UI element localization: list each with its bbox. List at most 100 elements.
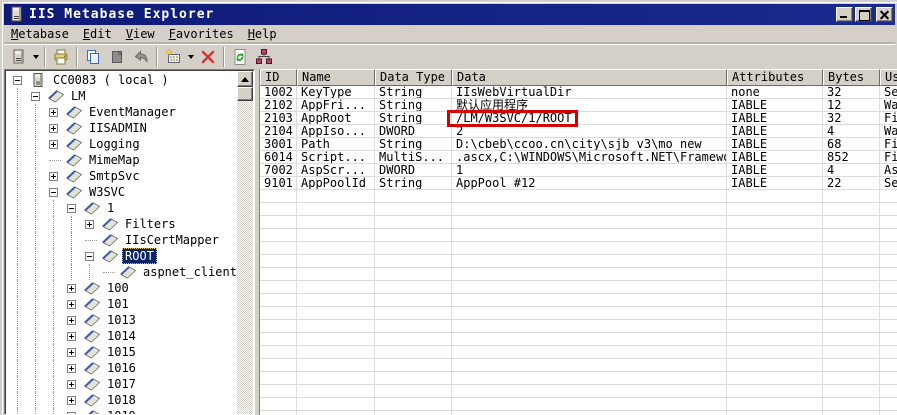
- grid-empty-cell: [823, 346, 880, 359]
- tree-item-root[interactable]: ROOT: [7, 248, 236, 264]
- expand-plus-icon[interactable]: [85, 220, 94, 229]
- grid-row-2103[interactable]: 2103AppRootString/LM/W3SVC/1/ROOTIABLE32…: [260, 112, 897, 125]
- tree-view-button[interactable]: [252, 46, 276, 69]
- tree-item-iisadmin[interactable]: IISADMIN: [7, 120, 236, 136]
- menu-item-help[interactable]: Help: [241, 25, 284, 44]
- menu-item-edit[interactable]: Edit: [76, 25, 119, 44]
- tree-item-1013[interactable]: 1013: [7, 312, 236, 328]
- new-key-dropdown-arrow[interactable]: [185, 46, 196, 69]
- grid-row-6014[interactable]: 6014Script...MultiS....ascx,C:\WINDOWS\M…: [260, 151, 897, 164]
- tree-item-mimemap[interactable]: MimeMap: [7, 152, 236, 168]
- grid-row-9101[interactable]: 9101AppPoolIdStringAppPool #12IABLE22Se: [260, 177, 897, 190]
- tree-item-iiscertmapper[interactable]: IIsCertMapper: [7, 232, 236, 248]
- column-header-data-type[interactable]: Data Type: [375, 69, 452, 86]
- connect-server-button[interactable]: [6, 46, 30, 69]
- collapse-minus-icon[interactable]: [13, 76, 22, 85]
- scroll-up-button[interactable]: [237, 71, 253, 87]
- grid-empty-cell: [297, 411, 375, 415]
- expand-plus-icon[interactable]: [67, 316, 76, 325]
- tree-item-1016[interactable]: 1016: [7, 360, 236, 376]
- menu-item-view[interactable]: View: [119, 25, 162, 44]
- collapse-minus-icon[interactable]: [67, 204, 76, 213]
- column-header-data[interactable]: Data: [452, 69, 727, 86]
- column-header-id[interactable]: ID: [260, 69, 297, 86]
- tree-item-aspnet-client[interactable]: aspnet_client: [7, 264, 236, 280]
- collapse-minus-icon[interactable]: [31, 92, 40, 101]
- expand-plus-icon[interactable]: [67, 332, 76, 341]
- grid-empty-cell: [260, 333, 297, 346]
- menu-item-metabase[interactable]: Metabase: [4, 25, 76, 44]
- tree-item-1014[interactable]: 1014: [7, 328, 236, 344]
- tree-item-smtpsvc[interactable]: SmtpSvc: [7, 168, 236, 184]
- grid-row-2104[interactable]: 2104AppIso...DWORD2IABLE4Wa: [260, 125, 897, 138]
- tree-indent-guide: [13, 264, 31, 280]
- scrollbar-thumb[interactable]: [237, 87, 253, 101]
- expand-plus-icon[interactable]: [49, 124, 58, 133]
- collapse-minus-icon[interactable]: [49, 188, 58, 197]
- expand-plus-icon[interactable]: [49, 108, 58, 117]
- expand-plus-icon[interactable]: [49, 172, 58, 181]
- undo-button[interactable]: [129, 46, 153, 69]
- column-header-bytes[interactable]: Bytes: [823, 69, 880, 86]
- grid-cell: Wa: [880, 99, 897, 112]
- metabase-key-icon: [66, 105, 83, 119]
- tree-item-1[interactable]: 1: [7, 200, 236, 216]
- tree-item-1018[interactable]: 1018: [7, 392, 236, 408]
- expand-plus-icon[interactable]: [67, 380, 76, 389]
- expand-plus-icon[interactable]: [67, 412, 76, 415]
- tree-indent-guide: [49, 376, 67, 392]
- grid-row-7002[interactable]: 7002AspScr...DWORD1IABLE4As: [260, 164, 897, 177]
- metabase-key-icon: [84, 313, 101, 327]
- grid-row-3001[interactable]: 3001PathStringD:\cbeb\ccoo.cn\city\sjb_v…: [260, 138, 897, 151]
- tree-item-eventmanager[interactable]: EventManager: [7, 104, 236, 120]
- grid-empty-cell: [375, 372, 452, 385]
- app-window: IIS Metabase Explorer MetabaseEditViewFa…: [0, 0, 897, 415]
- tree-item-w3svc[interactable]: W3SVC: [7, 184, 236, 200]
- delete-button[interactable]: [196, 46, 220, 69]
- grid-cell: 9101: [260, 177, 297, 190]
- expand-plus-icon[interactable]: [67, 284, 76, 293]
- minimize-button[interactable]: [836, 7, 853, 22]
- grid-empty-cell: [823, 333, 880, 346]
- column-header-attributes[interactable]: Attributes: [727, 69, 823, 86]
- maximize-button[interactable]: [855, 7, 872, 22]
- column-header-us[interactable]: Us: [880, 69, 897, 86]
- print-button[interactable]: [49, 46, 73, 69]
- tree-indent-guide: [13, 104, 31, 120]
- grid-empty-cell: [452, 320, 727, 333]
- tree-item-1019[interactable]: 1019: [7, 408, 236, 414]
- tree-item-cc0083-local[interactable]: CC0083 ( local ): [7, 72, 236, 88]
- close-button[interactable]: [876, 7, 893, 22]
- grid-empty-cell: [260, 268, 297, 281]
- expand-plus-icon[interactable]: [49, 140, 58, 149]
- new-key-button[interactable]: [161, 46, 185, 69]
- tree-indent-guide: [31, 152, 49, 168]
- grid-row-1002[interactable]: 1002KeyTypeStringIIsWebVirtualDirnone32S…: [260, 86, 897, 99]
- paste-button[interactable]: [105, 46, 129, 69]
- expand-plus-icon[interactable]: [67, 364, 76, 373]
- toolbar-separator: [156, 47, 158, 67]
- grid-header: IDNameData TypeDataAttributesBytesUs: [260, 69, 897, 86]
- connect-server-dropdown-arrow[interactable]: [30, 46, 41, 69]
- tree-item-logging[interactable]: Logging: [7, 136, 236, 152]
- expand-plus-icon[interactable]: [67, 348, 76, 357]
- tree-expander-slot: [67, 408, 84, 414]
- grid-row-2102[interactable]: 2102AppFri...String默认应用程序IABLE12Wa: [260, 99, 897, 112]
- copy-button[interactable]: [81, 46, 105, 69]
- tree-item-lm[interactable]: LM: [7, 88, 236, 104]
- tree-item-label: 101: [104, 297, 132, 311]
- expand-plus-icon[interactable]: [67, 300, 76, 309]
- tree-item-100[interactable]: 100: [7, 280, 236, 296]
- collapse-minus-icon[interactable]: [85, 252, 94, 261]
- tree-scrollbar[interactable]: [237, 71, 253, 414]
- tree-item-1015[interactable]: 1015: [7, 344, 236, 360]
- tree-item-1017[interactable]: 1017: [7, 376, 236, 392]
- column-header-name[interactable]: Name: [297, 69, 375, 86]
- tree-item-filters[interactable]: Filters: [7, 216, 236, 232]
- refresh-button[interactable]: [228, 46, 252, 69]
- grid-empty-cell: [823, 190, 880, 203]
- tree-item-101[interactable]: 101: [7, 296, 236, 312]
- grid-empty-cell: [823, 242, 880, 255]
- expand-plus-icon[interactable]: [67, 396, 76, 405]
- menu-item-favorites[interactable]: Favorites: [162, 25, 241, 44]
